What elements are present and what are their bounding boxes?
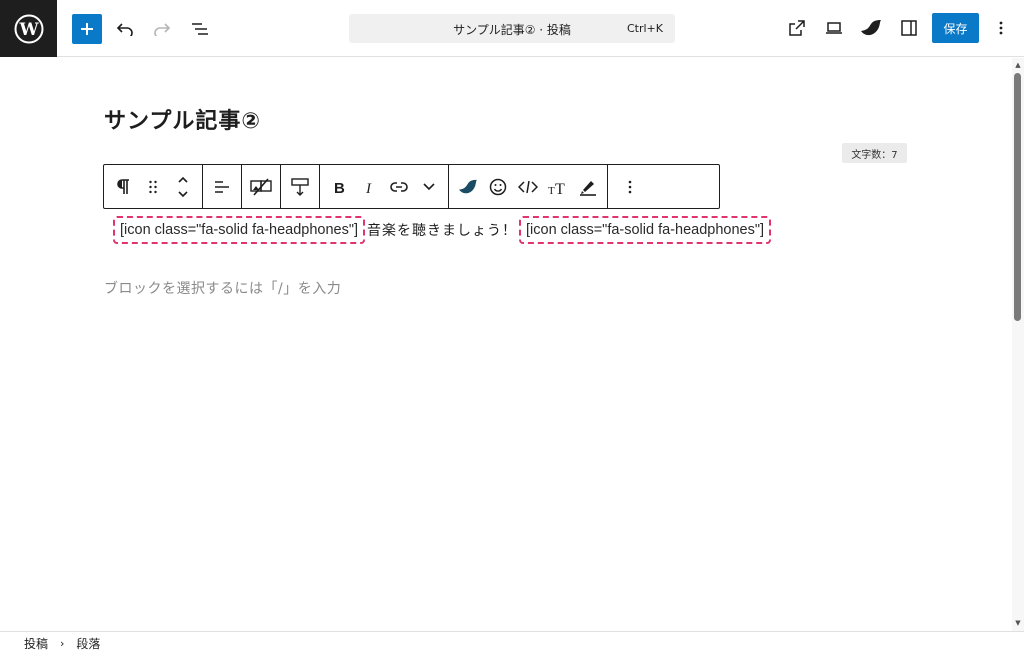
editor-header: W サンプル記事② · 投稿 Ctrl+K 保存 [0,0,1024,57]
device-preview-button[interactable] [822,16,846,40]
block-type-group [104,165,203,208]
post-title[interactable]: サンプル記事② [104,103,261,135]
formatting-group: B I [320,165,449,208]
spacing-icon [291,177,309,196]
more-formats-button[interactable] [414,169,444,205]
drag-handle[interactable] [138,169,168,205]
plus-icon [81,23,93,35]
character-count-badge: 文字数：7 [842,143,907,163]
highlight-button[interactable] [573,169,603,205]
wordpress-logo-button[interactable]: W [0,0,57,57]
code-icon [518,180,538,193]
undo-button[interactable] [112,16,138,42]
scroll-up-arrow[interactable]: ▲ [1013,61,1023,71]
leaf-icon [459,179,477,193]
image-group [242,165,281,208]
paragraph-block-button[interactable] [108,169,138,205]
view-post-button[interactable] [785,16,809,40]
emoji-icon [489,178,507,195]
breadcrumb-item-paragraph[interactable]: 段落 [76,635,100,652]
inline-code-button[interactable] [513,169,543,205]
link-icon [390,181,408,192]
sidebar-icon [901,20,917,36]
laptop-icon [826,22,842,34]
save-button[interactable]: 保存 [932,13,979,43]
list-view-icon [192,23,208,35]
external-link-icon [789,20,805,36]
spacing-button[interactable] [285,169,315,205]
image-toggle-button[interactable] [246,169,276,205]
kebab-menu-icon [999,21,1003,35]
bold-button[interactable]: B [324,169,354,205]
options-menu-button[interactable] [990,16,1012,40]
svg-text:T: T [548,185,555,195]
plugin-format-button[interactable] [453,169,483,205]
paragraph-block[interactable]: [icon class="fa-solid fa-headphones"] 音楽… [113,214,772,246]
block-toolbar: B I TT [103,164,720,209]
svg-text:B: B [334,180,345,194]
undo-icon [116,23,133,36]
breadcrumb-item-post[interactable]: 投稿 [24,635,48,652]
add-block-button[interactable] [72,14,102,44]
more-options-icon [628,180,632,193]
move-block-buttons[interactable] [168,169,198,205]
svg-text:I: I [365,181,372,194]
text-size-button[interactable]: TT [543,169,573,205]
italic-button[interactable]: I [354,169,384,205]
align-left-icon [215,180,229,193]
shortcode-left[interactable]: [icon class="fa-solid fa-headphones"] [113,216,366,244]
italic-icon: I [365,181,372,194]
bold-icon: B [334,180,345,194]
chevron-right-icon: › [60,637,65,650]
alignment-group [203,165,242,208]
shortcut-hint: Ctrl+K [626,22,663,35]
wordpress-icon: W [14,14,43,43]
highlighter-icon [580,180,596,196]
leaf-icon [861,20,881,36]
redo-icon [154,23,171,36]
align-button[interactable] [207,169,237,205]
chevron-down-icon [423,182,435,190]
pilcrow-icon [117,178,129,194]
block-placeholder[interactable]: ブロックを選択するには「/」を入力 [104,278,341,298]
drag-handle-icon [149,180,157,193]
text-size-icon: TT [548,181,565,195]
block-options-button[interactable] [612,169,648,205]
plugin-button[interactable] [859,16,883,40]
svg-text:W: W [18,20,39,40]
document-overview-button[interactable] [187,16,213,42]
command-palette-bar[interactable]: サンプル記事② · 投稿 Ctrl+K [349,14,675,43]
plugin-tools-group: TT [449,165,608,208]
settings-sidebar-button[interactable] [897,16,921,40]
svg-text:T: T [555,181,565,195]
spacing-group [281,165,320,208]
link-button[interactable] [384,169,414,205]
paragraph-text[interactable]: 音楽を聴きましょう！ [365,220,519,240]
scrollbar-thumb[interactable] [1014,73,1021,321]
emoji-button[interactable] [483,169,513,205]
shortcode-right[interactable]: [icon class="fa-solid fa-headphones"] [519,216,772,244]
breadcrumb: 投稿 › 段落 [0,631,1024,655]
redo-button[interactable] [149,16,175,42]
scroll-down-arrow[interactable]: ▼ [1013,619,1023,629]
options-group [608,165,652,208]
image-off-icon [250,177,272,196]
move-up-down-icon [178,176,188,197]
